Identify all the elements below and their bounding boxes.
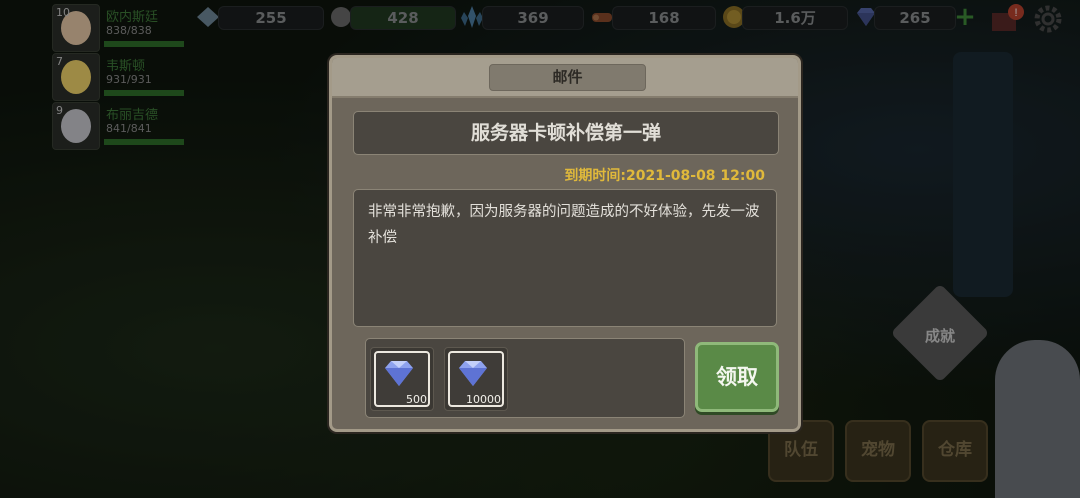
attachment-item[interactable]: 500 (370, 347, 434, 411)
mail-subject: 服务器卡顿补偿第一弹 (353, 111, 779, 155)
diamond-icon (385, 361, 413, 386)
attachment-quantity: 10000 (466, 393, 501, 406)
claim-button[interactable]: 领取 (695, 342, 779, 412)
expire-value: 2021-08-08 12:00 (626, 168, 765, 184)
mail-title: 邮件 (489, 64, 646, 91)
mail-dialog: 邮件 服务器卡顿补偿第一弹 到期时间:2021-08-08 12:00 非常非常… (329, 55, 801, 432)
mail-header: 邮件 (332, 58, 798, 98)
attachment-panel: 500 10000 (365, 338, 685, 418)
diamond-icon (459, 361, 487, 386)
attachment-item[interactable]: 10000 (444, 347, 508, 411)
expire-time: 到期时间:2021-08-08 12:00 (564, 165, 765, 185)
mail-body: 非常非常抱歉，因为服务器的问题造成的不好体验，先发一波补偿 (353, 189, 777, 327)
attachment-quantity: 500 (406, 393, 427, 406)
expire-label: 到期时间: (564, 168, 626, 184)
